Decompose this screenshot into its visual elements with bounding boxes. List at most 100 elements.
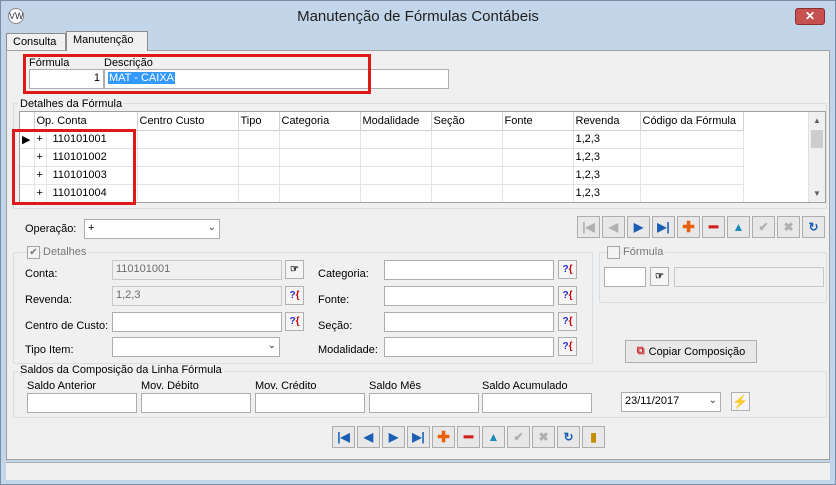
- next-record-icon[interactable]: ▶: [627, 216, 650, 238]
- formula-checkbox[interactable]: [607, 246, 620, 259]
- col-fonte[interactable]: Fonte: [502, 112, 574, 131]
- grid-indicator-header: [20, 112, 35, 131]
- centro-custo-label: Centro de Custo:: [25, 320, 109, 332]
- date-picker[interactable]: 23/11/2017 ⌄: [621, 392, 721, 412]
- help-search-icon[interactable]: ?{: [558, 337, 577, 356]
- saldos-title: Saldos da Composição da Linha Fórmula: [18, 364, 224, 376]
- date-value: 23/11/2017: [625, 395, 680, 407]
- scroll-down-icon[interactable]: ▼: [809, 185, 825, 202]
- last-record-icon[interactable]: ▶|: [407, 426, 430, 448]
- cell-revenda: 1,2,3: [573, 130, 641, 149]
- grid-vertical-scrollbar[interactable]: ▲ ▼: [808, 112, 825, 202]
- copy-composition-icon: ⧉: [636, 345, 645, 357]
- detalhes-formula-title: Detalhes da Fórmula: [18, 98, 125, 110]
- title-bar: VW Manutenção de Fórmulas Contábeis ✕: [1, 1, 835, 31]
- refresh-icon[interactable]: ↻: [802, 216, 825, 238]
- mov-credito-label: Mov. Crédito: [255, 380, 317, 392]
- cancel-icon[interactable]: ✖: [777, 216, 800, 238]
- revenda-label: Revenda:: [25, 294, 73, 306]
- scroll-up-icon[interactable]: ▲: [809, 112, 825, 129]
- centro-custo-field[interactable]: [112, 312, 282, 332]
- edit-icon[interactable]: ▲: [727, 216, 750, 238]
- saldo-mes-label: Saldo Mês: [369, 380, 421, 392]
- lookup-hand-icon[interactable]: ☞: [285, 260, 304, 279]
- add-icon[interactable]: ✚: [677, 216, 700, 238]
- col-tipo[interactable]: Tipo: [238, 112, 280, 131]
- fonte-label: Fonte:: [318, 294, 350, 306]
- cell-revenda: 1,2,3: [573, 166, 641, 185]
- operacao-label: Operação:: [25, 223, 77, 235]
- saldo-acumulado-field[interactable]: [482, 393, 592, 413]
- help-search-icon[interactable]: ?{: [285, 286, 304, 305]
- lightning-icon[interactable]: ⚡: [731, 392, 750, 411]
- formula-checkbox-label: Fórmula: [623, 246, 666, 258]
- maintenance-panel: Fórmula 1 Descrição MAT - CAIXA Detalhes…: [6, 50, 830, 460]
- operacao-select[interactable]: + ⌄: [84, 219, 220, 239]
- col-secao[interactable]: Seção: [431, 112, 503, 131]
- first-record-icon[interactable]: |◀: [332, 426, 355, 448]
- previous-record-icon[interactable]: ◀: [357, 426, 380, 448]
- next-record-icon[interactable]: ▶: [382, 426, 405, 448]
- col-centro-custo[interactable]: Centro Custo: [137, 112, 239, 131]
- formula-code-field[interactable]: [604, 267, 646, 287]
- copiar-composicao-label: Copiar Composição: [648, 345, 746, 358]
- detalhes-checkbox[interactable]: ✔: [27, 246, 40, 259]
- modalidade-label: Modalidade:: [318, 344, 378, 356]
- tipo-item-select[interactable]: ⌄: [112, 337, 280, 357]
- close-button[interactable]: ✕: [795, 8, 825, 25]
- remove-icon[interactable]: ━: [702, 216, 725, 238]
- operacao-value: +: [88, 222, 95, 234]
- secao-label: Seção:: [318, 320, 353, 332]
- col-categoria[interactable]: Categoria: [279, 112, 361, 131]
- col-revenda[interactable]: Revenda: [573, 112, 641, 131]
- first-record-icon[interactable]: |◀: [577, 216, 600, 238]
- secao-field[interactable]: [384, 312, 554, 332]
- col-modalidade[interactable]: Modalidade: [360, 112, 432, 131]
- categoria-field[interactable]: [384, 260, 554, 280]
- formula-description-field[interactable]: [674, 267, 824, 287]
- application-window: VW Manutenção de Fórmulas Contábeis ✕ Co…: [0, 0, 836, 485]
- chevron-down-icon: ⌄: [267, 340, 276, 351]
- mov-debito-field[interactable]: [141, 393, 251, 413]
- help-search-icon[interactable]: ?{: [558, 260, 577, 279]
- saldo-anterior-field[interactable]: [27, 393, 137, 413]
- conta-field[interactable]: 110101001: [112, 260, 282, 280]
- confirm-icon[interactable]: ✔: [752, 216, 775, 238]
- highlight-box-header: [23, 54, 371, 94]
- last-record-icon[interactable]: ▶|: [652, 216, 675, 238]
- saldo-mes-field[interactable]: [369, 393, 479, 413]
- saldo-anterior-label: Saldo Anterior: [27, 380, 97, 392]
- tab-manutencao[interactable]: Manutenção: [66, 31, 148, 51]
- tipo-item-label: Tipo Item:: [25, 344, 74, 356]
- modalidade-field[interactable]: [384, 337, 554, 357]
- conta-label: Conta:: [25, 268, 58, 280]
- revenda-field[interactable]: 1,2,3: [112, 286, 282, 306]
- cell-revenda: 1,2,3: [573, 148, 641, 167]
- formula-grid[interactable]: Op. Conta Centro Custo Tipo Categoria Mo…: [19, 111, 826, 203]
- help-search-icon[interactable]: ?{: [558, 312, 577, 331]
- refresh-icon[interactable]: ↻: [557, 426, 580, 448]
- col-codigo-formula[interactable]: Código da Fórmula: [640, 112, 744, 131]
- tab-consulta[interactable]: Consulta: [6, 33, 66, 51]
- copiar-composicao-button[interactable]: ⧉ Copiar Composição: [625, 340, 757, 363]
- exit-door-icon[interactable]: ▮: [582, 426, 605, 448]
- confirm-icon[interactable]: ✔: [507, 426, 530, 448]
- previous-record-icon[interactable]: ◀: [602, 216, 625, 238]
- chevron-down-icon: ⌄: [207, 222, 216, 233]
- add-icon[interactable]: ✚: [432, 426, 455, 448]
- status-bar: [6, 462, 830, 480]
- help-search-icon[interactable]: ?{: [285, 312, 304, 331]
- scroll-thumb[interactable]: [811, 130, 823, 148]
- remove-icon[interactable]: ━: [457, 426, 480, 448]
- lookup-hand-icon[interactable]: ☞: [650, 267, 669, 286]
- col-op-conta[interactable]: Op. Conta: [34, 112, 138, 131]
- chevron-down-icon: ⌄: [708, 395, 717, 406]
- help-search-icon[interactable]: ?{: [558, 286, 577, 305]
- mov-debito-label: Mov. Débito: [141, 380, 199, 392]
- fonte-field[interactable]: [384, 286, 554, 306]
- mov-credito-field[interactable]: [255, 393, 365, 413]
- saldo-acumulado-label: Saldo Acumulado: [482, 380, 568, 392]
- edit-icon[interactable]: ▲: [482, 426, 505, 448]
- detail-nav-toolbar: |◀ ◀ ▶ ▶| ✚ ━ ▲ ✔ ✖ ↻: [577, 216, 827, 238]
- cancel-icon[interactable]: ✖: [532, 426, 555, 448]
